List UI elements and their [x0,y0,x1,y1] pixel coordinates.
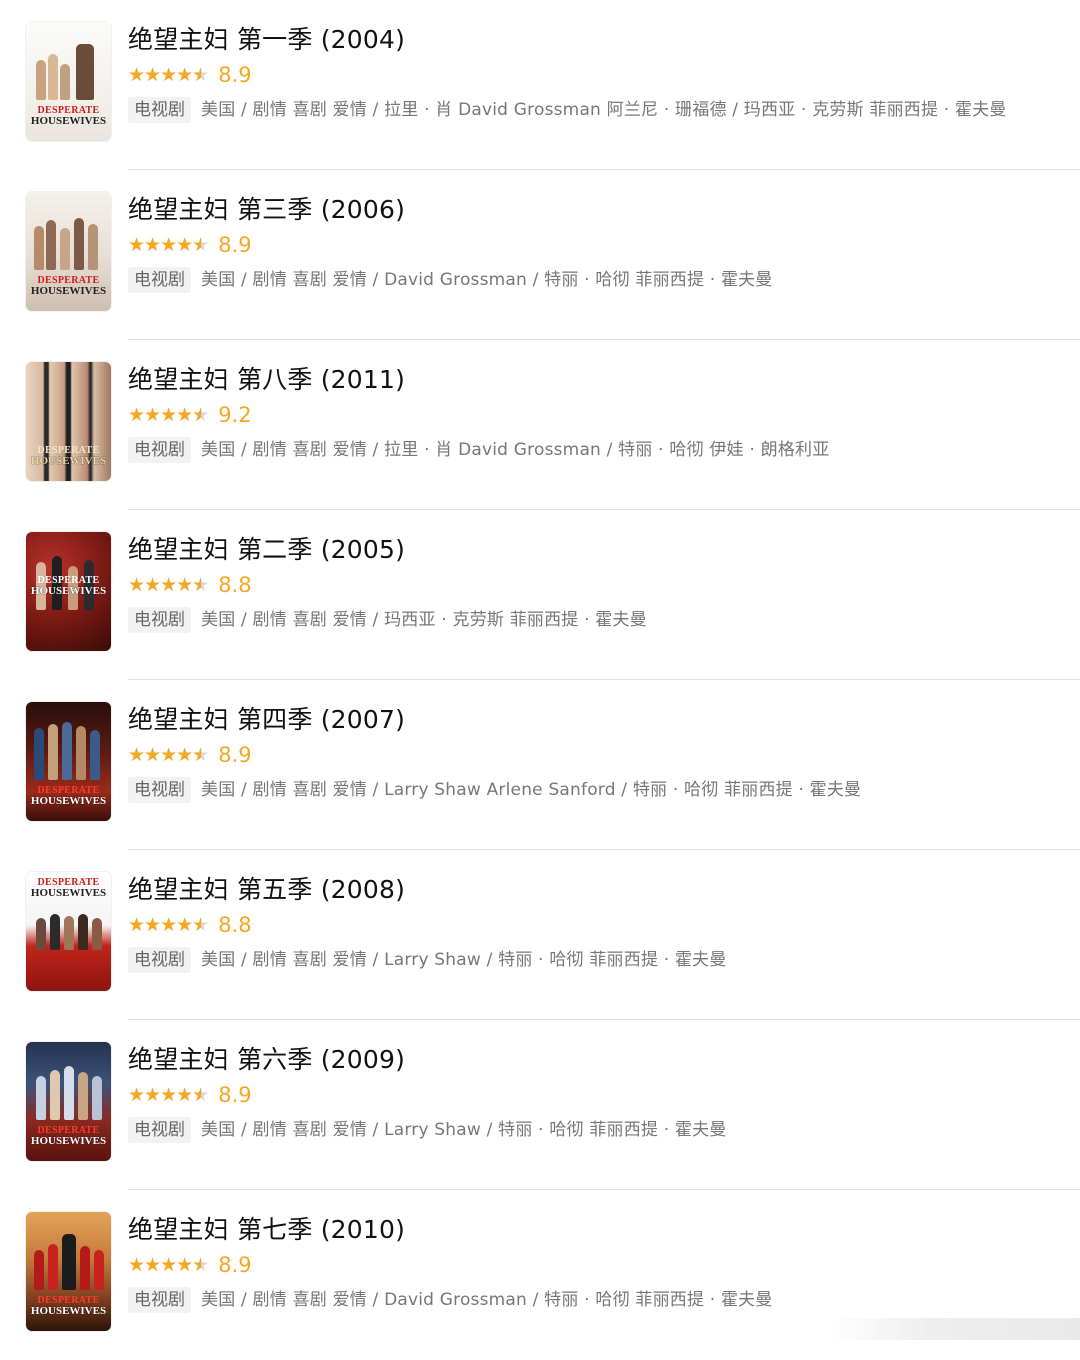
poster-title-line-2: HOUSEWIVES [30,285,107,297]
star-rating-icon: ★★★★★ [128,403,209,426]
poster-season-1-icon[interactable]: DESPERATE HOUSEWIVES [26,22,111,141]
meta-row: 电视剧 美国 / 剧情 喜剧 爱情 / David Grossman / 特丽 … [128,1286,773,1314]
poster-season-5-icon[interactable]: DESPERATE HOUSEWIVES [26,872,111,991]
category-tag: 电视剧 [128,1117,191,1143]
meta-row: 电视剧 美国 / 剧情 喜剧 爱情 / Larry Shaw / 特丽 · 哈彻… [128,946,727,974]
rating-score: 8.9 [218,742,252,767]
meta-row: 电视剧 美国 / 剧情 喜剧 爱情 / Larry Shaw / 特丽 · 哈彻… [128,1116,727,1144]
category-tag: 电视剧 [128,1287,191,1313]
category-tag: 电视剧 [128,777,191,803]
category-tag: 电视剧 [128,267,191,293]
results-list: DESPERATE HOUSEWIVES 绝望主妇 第一季 (2004) ★★★… [0,0,1080,1360]
rating: ★★★★★ 8.9 [128,232,252,258]
item-title[interactable]: 绝望主妇 第六季 (2009) [128,1044,405,1076]
poster-season-8-icon[interactable]: DESPERATE HOUSEWIVES [26,362,111,481]
scroll-hint-bar [830,1318,1080,1340]
poster-season-3-icon[interactable]: DESPERATE HOUSEWIVES [26,192,111,311]
poster-title-line-2: HOUSEWIVES [30,795,107,807]
meta-row: 电视剧 美国 / 剧情 喜剧 爱情 / David Grossman / 特丽 … [128,266,773,294]
rating: ★★★★★ 8.9 [128,742,252,768]
item-title[interactable]: 绝望主妇 第四季 (2007) [128,704,405,736]
item-title[interactable]: 绝望主妇 第七季 (2010) [128,1214,405,1246]
item-meta: 美国 / 剧情 喜剧 爱情 / Larry Shaw Arlene Sanfor… [201,780,862,800]
rating: ★★★★★ 8.8 [128,912,252,938]
rating: ★★★★★ 8.9 [128,1252,252,1278]
star-rating-icon: ★★★★★ [128,1083,209,1106]
star-rating-icon: ★★★★★ [128,1253,209,1276]
category-tag: 电视剧 [128,97,191,123]
star-rating-icon: ★★★★★ [128,233,209,256]
list-item[interactable]: DESPERATE HOUSEWIVES 绝望主妇 第二季 (2005) ★★★… [0,510,1080,680]
poster-title-line-2: HOUSEWIVES [30,115,107,127]
rating: ★★★★★ 8.8 [128,572,252,598]
rating-score: 8.9 [218,1082,252,1107]
item-meta: 美国 / 剧情 喜剧 爱情 / 拉里 · 肖 David Grossman 阿兰… [201,100,1007,120]
item-title[interactable]: 绝望主妇 第三季 (2006) [128,194,405,226]
rating-score: 8.9 [218,1252,252,1277]
category-tag: 电视剧 [128,437,191,463]
poster-title-line-2: HOUSEWIVES [30,1305,107,1317]
item-title[interactable]: 绝望主妇 第五季 (2008) [128,874,405,906]
rating-score: 8.9 [218,232,252,257]
poster-season-2-icon[interactable]: DESPERATE HOUSEWIVES [26,532,111,651]
star-rating-icon: ★★★★★ [128,573,209,596]
poster-title-line-2: HOUSEWIVES [30,455,107,467]
rating: ★★★★★ 9.2 [128,402,252,428]
item-title[interactable]: 绝望主妇 第八季 (2011) [128,364,405,396]
poster-season-6-icon[interactable]: DESPERATE HOUSEWIVES [26,1042,111,1161]
rating-score: 8.8 [218,572,252,597]
poster-title-line-2: HOUSEWIVES [30,887,107,899]
item-meta: 美国 / 剧情 喜剧 爱情 / David Grossman / 特丽 · 哈彻… [201,270,773,290]
poster-title-line-2: HOUSEWIVES [30,585,107,597]
item-meta: 美国 / 剧情 喜剧 爱情 / Larry Shaw / 特丽 · 哈彻 菲丽西… [201,1120,727,1140]
rating-score: 8.8 [218,912,252,937]
list-item[interactable]: DESPERATE HOUSEWIVES 绝望主妇 第三季 (2006) ★★★… [0,170,1080,340]
poster-season-4-icon[interactable]: DESPERATE HOUSEWIVES [26,702,111,821]
list-item[interactable]: DESPERATE HOUSEWIVES 绝望主妇 第八季 (2011) ★★★… [0,340,1080,510]
rating: ★★★★★ 8.9 [128,1082,252,1108]
category-tag: 电视剧 [128,947,191,973]
item-meta: 美国 / 剧情 喜剧 爱情 / 拉里 · 肖 David Grossman / … [201,440,830,460]
meta-row: 电视剧 美国 / 剧情 喜剧 爱情 / 拉里 · 肖 David Grossma… [128,436,829,464]
rating-score: 8.9 [218,62,252,87]
item-title[interactable]: 绝望主妇 第二季 (2005) [128,534,405,566]
rating: ★★★★★ 8.9 [128,62,252,88]
poster-season-7-icon[interactable]: DESPERATE HOUSEWIVES [26,1212,111,1331]
poster-title-line-2: HOUSEWIVES [30,1135,107,1147]
meta-row: 电视剧 美国 / 剧情 喜剧 爱情 / 拉里 · 肖 David Grossma… [128,96,1007,124]
meta-row: 电视剧 美国 / 剧情 喜剧 爱情 / Larry Shaw Arlene Sa… [128,776,861,804]
item-meta: 美国 / 剧情 喜剧 爱情 / David Grossman / 特丽 · 哈彻… [201,1290,773,1310]
category-tag: 电视剧 [128,607,191,633]
list-item[interactable]: DESPERATE HOUSEWIVES 绝望主妇 第一季 (2004) ★★★… [0,0,1080,170]
item-meta: 美国 / 剧情 喜剧 爱情 / 玛西亚 · 克劳斯 菲丽西提 · 霍夫曼 [201,610,647,630]
list-item[interactable]: DESPERATE HOUSEWIVES 绝望主妇 第六季 (2009) ★★★… [0,1020,1080,1190]
star-rating-icon: ★★★★★ [128,743,209,766]
list-item[interactable]: DESPERATE HOUSEWIVES 绝望主妇 第五季 (2008) ★★★… [0,850,1080,1020]
rating-score: 9.2 [218,402,252,427]
list-item[interactable]: DESPERATE HOUSEWIVES 绝望主妇 第四季 (2007) ★★★… [0,680,1080,850]
item-title[interactable]: 绝望主妇 第一季 (2004) [128,24,405,56]
star-rating-icon: ★★★★★ [128,913,209,936]
item-meta: 美国 / 剧情 喜剧 爱情 / Larry Shaw / 特丽 · 哈彻 菲丽西… [201,950,727,970]
meta-row: 电视剧 美国 / 剧情 喜剧 爱情 / 玛西亚 · 克劳斯 菲丽西提 · 霍夫曼 [128,606,647,634]
star-rating-icon: ★★★★★ [128,63,209,86]
